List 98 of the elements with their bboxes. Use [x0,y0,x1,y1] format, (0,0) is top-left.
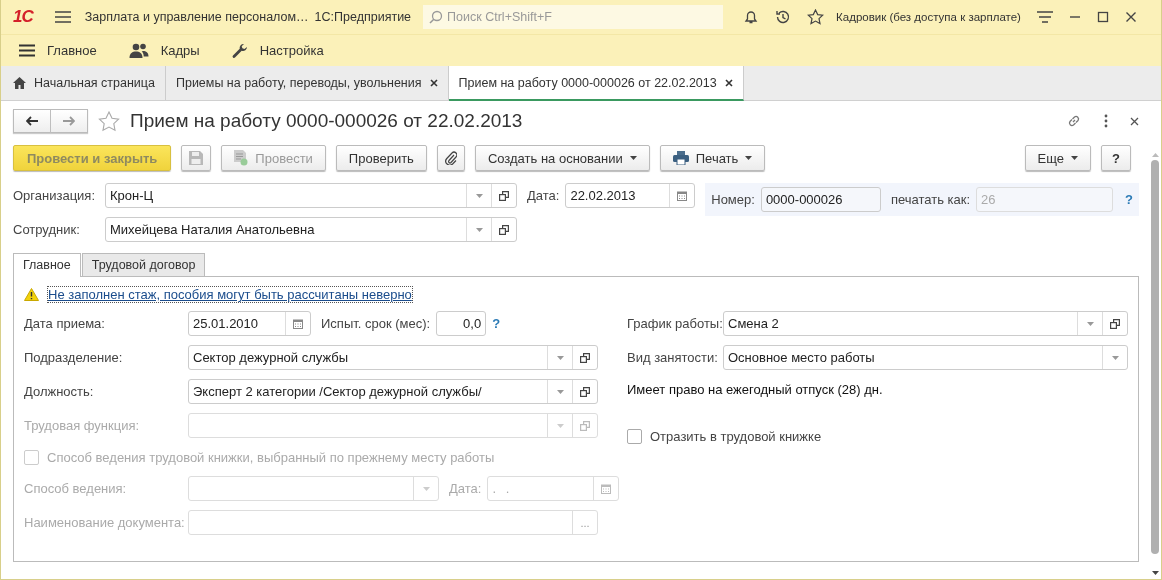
user-name[interactable]: Кадровик (без доступа к зарплате) [836,11,1021,23]
date-field[interactable]: 22.02.2013 [565,183,696,208]
home-icon [13,77,26,89]
app-logo[interactable]: 1С [13,7,33,27]
app-title: Зарплата и управление персоналом… [84,10,309,24]
calendar-icon [601,483,612,494]
document-icon [234,150,249,166]
search-icon [429,10,444,24]
form-tab[interactable]: Главное [13,253,81,277]
page-tab[interactable]: Прием на работу 0000-000026 от 22.02.2013 [448,66,744,101]
field-label: Подразделение: [24,350,124,365]
caret-icon [1071,156,1079,160]
link-icon[interactable] [1066,113,1082,129]
page-tab[interactable]: Приемы на работу, переводы, увольнения [165,66,449,100]
printer-icon [672,151,689,165]
settings-menu-icon[interactable] [1036,11,1053,23]
close-icon[interactable] [724,78,733,87]
probation-field[interactable]: 0,0 [436,311,487,336]
caret-icon [556,355,564,360]
form-tab[interactable]: Трудовой договор [81,253,206,276]
number-field[interactable]: 0000-000026 [760,187,881,212]
more-icon[interactable] [1104,114,1108,128]
open-window-icon [580,352,590,363]
caret-icon [556,389,564,394]
page-tab[interactable]: Начальная страница [1,66,166,100]
right-arrow-icon [63,116,75,126]
field-label: Способ ведения: [24,481,128,496]
date-field[interactable]: 25.01.2010 [188,311,311,336]
star-icon[interactable] [98,110,120,132]
help-link[interactable]: ? [492,316,501,331]
star-icon[interactable] [807,9,825,25]
calendar-icon [293,318,303,329]
people-icon [128,43,149,58]
search-field[interactable]: Поиск Ctrl+Shift+F [423,5,724,29]
field-label: печатать как: [890,192,971,207]
select-field[interactable]: Смена 2 [723,311,1128,336]
field-label: Трудовая функция: [24,418,141,433]
platform-name: 1С:Предприятие [314,10,412,24]
caret-icon [1111,355,1119,360]
scroll-down-icon[interactable] [1151,571,1159,575]
maximize-icon[interactable] [1096,11,1109,23]
open-window-icon [499,224,509,235]
select-field[interactable]: Сектор дежурной службы [188,345,598,370]
left-arrow-icon [26,116,38,126]
open-window-icon [499,190,509,201]
help-button[interactable]: ? [1101,145,1131,171]
section-link[interactable]: Кадры [128,43,200,58]
paperclip-icon [444,151,457,165]
open-window-icon [580,420,590,431]
field-label: Организация: [13,188,97,203]
caret-icon [475,227,483,232]
open-window-icon [1110,318,1120,329]
more-button[interactable]: Еще [1024,145,1092,171]
field-label: Должность: [24,384,95,399]
document-title: Прием на работу 0000-000026 от 22.02.2013 [130,110,523,132]
field-label: Номер: [711,192,755,207]
close-icon[interactable] [429,79,438,87]
select-field[interactable]: Основное место работы [723,345,1128,370]
warning-icon [24,288,39,301]
back-button[interactable] [13,109,51,133]
caret-icon [745,156,753,160]
caret-icon [475,193,483,198]
select-field[interactable]: Эксперт 2 категории /Сектор дежурной службы/ [188,379,598,404]
employee-field[interactable]: Михейцева Наталия Анатольевна [105,217,517,242]
checkbox[interactable] [627,428,642,444]
menu-icon [19,44,35,57]
attach-button[interactable] [436,145,465,171]
caret-icon [629,156,637,160]
checkbox-label[interactable]: Отразить в трудовой книжке [650,428,822,444]
field-label: Дата: [449,481,482,496]
vacation-note: Имеет право на ежегодный отпуск (28) дн. [627,381,883,397]
bell-icon[interactable] [743,9,760,25]
field-label: Вид занятости: [627,350,719,365]
scrollbar-thumb[interactable] [1151,160,1159,554]
open-window-icon [580,386,590,397]
caret-icon [1086,321,1094,326]
caret-icon [422,486,430,491]
wrench-icon [231,42,248,59]
menu-icon[interactable] [54,11,71,23]
field-label: График работы: [627,316,723,331]
caret-icon [556,423,564,428]
section-link[interactable]: Главное [19,43,97,58]
field-label: Сотрудник: [13,222,81,237]
print-button[interactable]: Печать [659,145,766,171]
calendar-icon [677,190,688,201]
floppy-icon [189,151,204,165]
warning-link[interactable]: Не заполнен стаж, пособия могут быть рассчитаны неверно [48,287,412,302]
organization-field[interactable]: Крон-Ц [105,183,517,208]
field-label: Дата приема: [24,316,106,331]
field-label: Испыт. срок (мес): [321,316,431,331]
create-based-on-button[interactable]: Создать на основании [474,145,650,171]
field-label: Дата: [527,187,560,205]
history-icon[interactable] [775,9,792,25]
close-icon[interactable] [1130,116,1139,126]
check-button[interactable]: Проверить [335,145,427,171]
section-link[interactable]: Настройка [231,42,324,59]
field-label: Наименование документа: [24,515,186,530]
close-icon[interactable] [1124,11,1137,23]
